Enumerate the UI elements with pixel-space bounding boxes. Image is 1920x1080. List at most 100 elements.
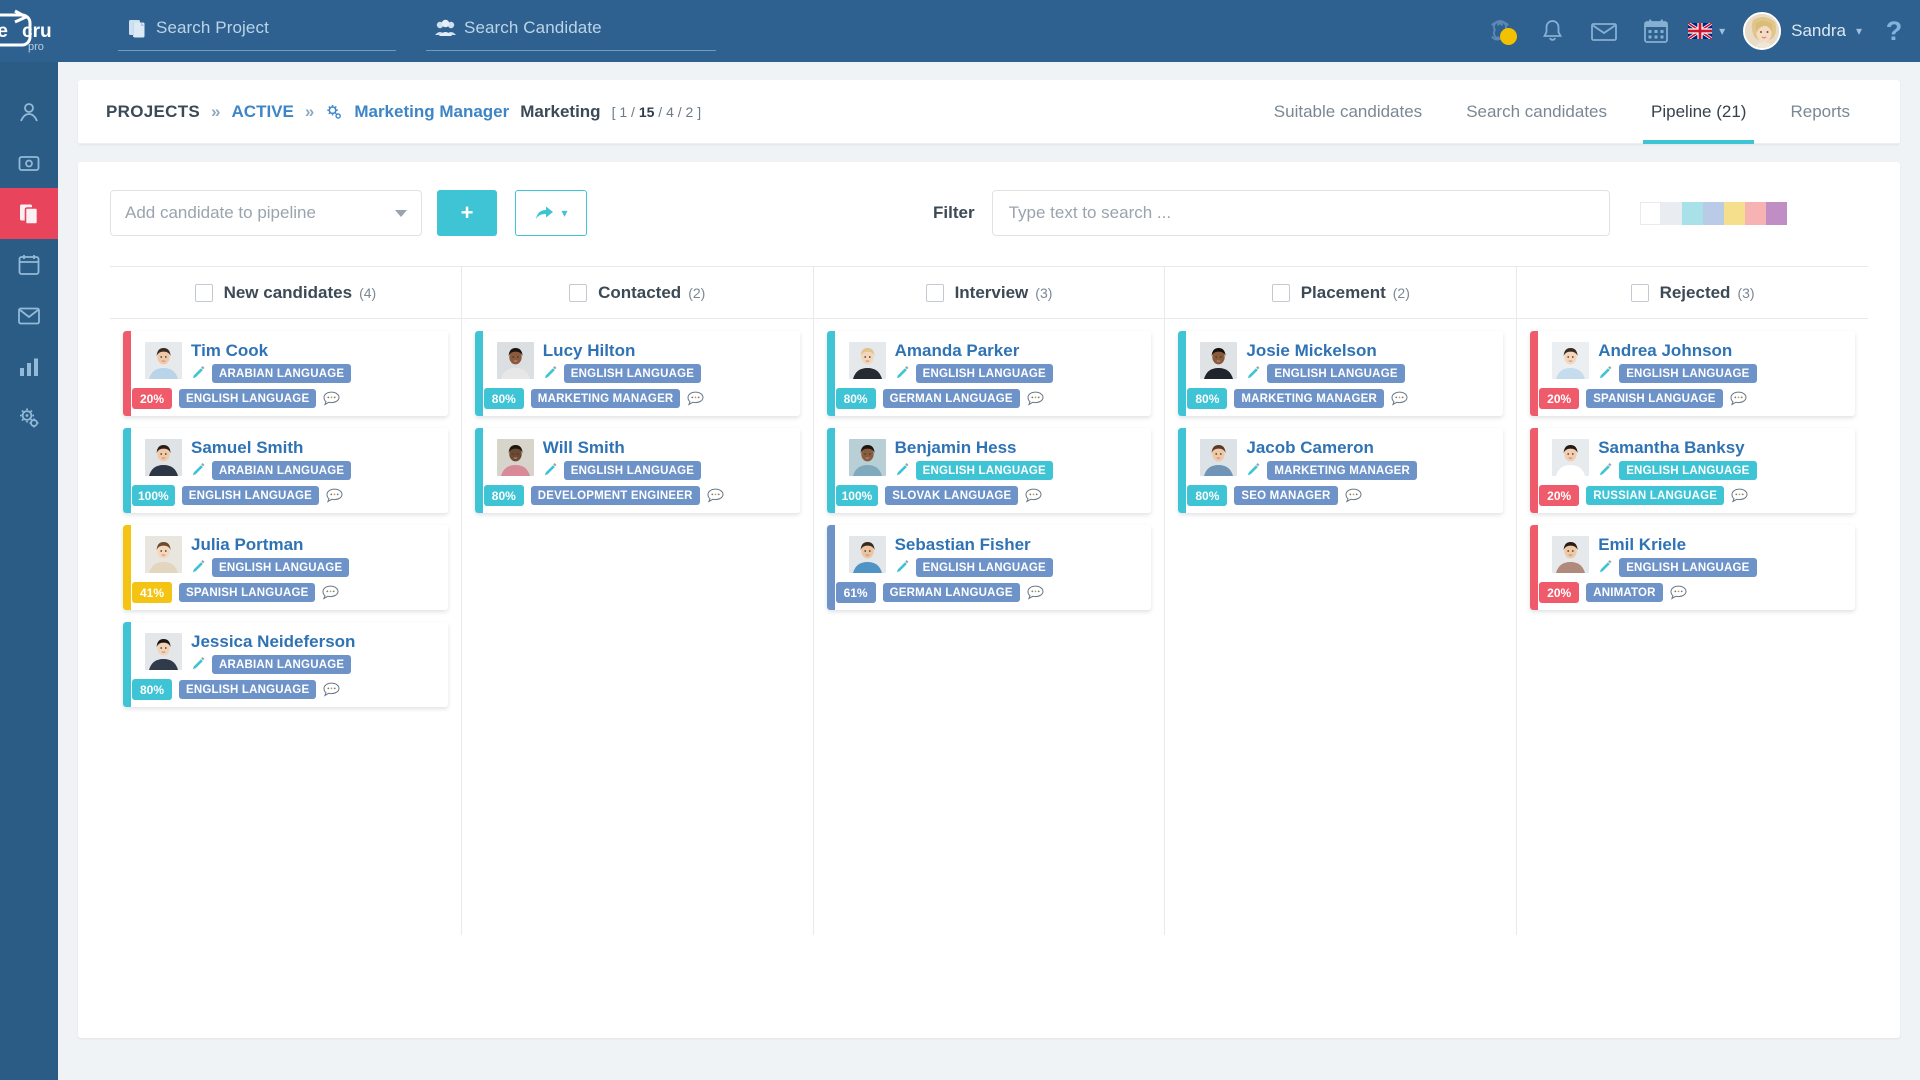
breadcrumb-project-name[interactable]: Marketing Manager <box>354 102 509 122</box>
candidate-name[interactable]: Tim Cook <box>191 342 351 360</box>
pencil-icon[interactable] <box>895 463 910 478</box>
candidate-tag[interactable]: ENGLISH LANGUAGE <box>1619 461 1757 480</box>
comment-bubble-icon[interactable] <box>1670 585 1687 600</box>
candidate-card[interactable]: Emil Kriele ENGLISH LANGUAGE 20% ANIMATOR <box>1530 525 1855 610</box>
candidate-name[interactable]: Sebastian Fisher <box>895 536 1053 554</box>
candidate-tag[interactable]: ANIMATOR <box>1586 583 1663 602</box>
calendar-icon[interactable] <box>1630 11 1682 51</box>
app-logo[interactable]: re cru pro <box>0 7 58 55</box>
candidate-tag[interactable]: ENGLISH LANGUAGE <box>212 558 350 577</box>
candidate-card[interactable]: Will Smith ENGLISH LANGUAGE 80% DEVELOPMENT… <box>474 428 800 513</box>
candidate-tag[interactable]: DEVELOPMENT ENGINEER <box>530 486 700 505</box>
candidate-tag[interactable]: GERMAN LANGUAGE <box>882 583 1020 602</box>
candidate-tag[interactable]: ENGLISH LANGUAGE <box>915 558 1053 577</box>
color-swatch[interactable] <box>1702 201 1724 225</box>
candidate-tag[interactable]: ENGLISH LANGUAGE <box>1619 558 1757 577</box>
share-button[interactable]: ▾ <box>515 190 587 236</box>
candidate-card[interactable]: Andrea Johnson ENGLISH LANGUAGE 20% SPANISH… <box>1530 331 1855 416</box>
color-swatch[interactable] <box>1723 201 1745 225</box>
candidate-name[interactable]: Andrea Johnson <box>1598 342 1756 360</box>
candidate-tag[interactable]: SLOVAK LANGUAGE <box>885 486 1019 505</box>
bell-icon[interactable] <box>1526 11 1578 51</box>
comment-bubble-icon[interactable] <box>323 391 340 406</box>
comment-bubble-icon[interactable] <box>1731 488 1748 503</box>
candidate-tag[interactable]: RUSSIAN LANGUAGE <box>1586 486 1725 505</box>
sidebar-item-settings[interactable] <box>0 392 58 443</box>
candidate-tag[interactable]: SEO MANAGER <box>1234 486 1338 505</box>
candidate-tag[interactable]: ENGLISH LANGUAGE <box>179 389 317 408</box>
color-swatch[interactable] <box>1765 201 1787 225</box>
candidate-tag[interactable]: ARABIAN LANGUAGE <box>212 655 352 674</box>
comment-bubble-icon[interactable] <box>323 682 340 697</box>
comment-bubble-icon[interactable] <box>1025 488 1042 503</box>
comment-bubble-icon[interactable] <box>326 488 343 503</box>
candidate-name[interactable]: Julia Portman <box>191 536 349 554</box>
pencil-icon[interactable] <box>543 463 558 478</box>
candidate-name[interactable]: Josie Mickelson <box>1246 342 1404 360</box>
color-swatch[interactable] <box>1660 201 1682 225</box>
color-swatch[interactable] <box>1744 201 1766 225</box>
candidate-name[interactable]: Jacob Cameron <box>1246 439 1417 457</box>
tab-search-candidates[interactable]: Search candidates <box>1444 80 1629 144</box>
candidate-name[interactable]: Benjamin Hess <box>895 439 1053 457</box>
candidate-tag[interactable]: MARKETING MANAGER <box>1234 389 1385 408</box>
comment-bubble-icon[interactable] <box>1391 391 1408 406</box>
sidebar-item-finance[interactable] <box>0 137 58 188</box>
column-select-checkbox[interactable] <box>1271 283 1290 302</box>
pencil-icon[interactable] <box>191 560 206 575</box>
candidate-tag[interactable]: SPANISH LANGUAGE <box>1586 389 1723 408</box>
color-swatch[interactable] <box>1681 201 1703 225</box>
candidate-card[interactable]: Sebastian Fisher ENGLISH LANGUAGE 61% GERMA… <box>826 525 1152 610</box>
candidate-name[interactable]: Lucy Hilton <box>543 342 701 360</box>
pencil-icon[interactable] <box>1246 463 1261 478</box>
user-menu[interactable]: Sandra ▾ <box>1733 12 1868 50</box>
color-swatch[interactable] <box>1639 201 1661 225</box>
comment-bubble-icon[interactable] <box>1730 391 1747 406</box>
filter-input[interactable] <box>991 190 1610 236</box>
candidate-card[interactable]: Josie Mickelson ENGLISH LANGUAGE 80% MARKET… <box>1178 331 1504 416</box>
candidate-tag[interactable]: ENGLISH LANGUAGE <box>181 486 320 505</box>
tab-pipeline-21[interactable]: Pipeline (21) <box>1629 80 1768 144</box>
pencil-icon[interactable] <box>1598 366 1613 381</box>
comment-bubble-icon[interactable] <box>1027 585 1044 600</box>
candidate-card[interactable]: Jacob Cameron MARKETING MANAGER 80% SEO MAN… <box>1178 428 1504 513</box>
language-selector[interactable]: ▾ <box>1682 23 1733 39</box>
candidate-name[interactable]: Will Smith <box>543 439 701 457</box>
candidate-tag[interactable]: ENGLISH LANGUAGE <box>563 364 702 383</box>
candidate-tag[interactable]: SPANISH LANGUAGE <box>179 583 316 602</box>
candidate-tag[interactable]: GERMAN LANGUAGE <box>882 389 1020 408</box>
candidate-card[interactable]: Julia Portman ENGLISH LANGUAGE 41% SPANISH … <box>123 525 448 610</box>
pencil-icon[interactable] <box>1598 463 1613 478</box>
help-button[interactable]: ? <box>1868 16 1920 47</box>
pencil-icon[interactable] <box>895 366 910 381</box>
candidate-card[interactable]: Benjamin Hess ENGLISH LANGUAGE 100% SLOVAK … <box>826 428 1152 513</box>
candidate-tag[interactable]: ENGLISH LANGUAGE <box>1267 364 1405 383</box>
tab-reports[interactable]: Reports <box>1768 80 1872 144</box>
add-candidate-select[interactable]: Add candidate to pipeline <box>110 190 422 236</box>
envelope-icon[interactable] <box>1578 11 1630 51</box>
candidate-tag[interactable]: ARABIAN LANGUAGE <box>212 364 352 383</box>
pencil-icon[interactable] <box>1246 366 1261 381</box>
candidate-name[interactable]: Samuel Smith <box>191 439 351 457</box>
candidate-tag[interactable]: ENGLISH LANGUAGE <box>915 461 1053 480</box>
pencil-icon[interactable] <box>191 366 206 381</box>
candidate-tag[interactable]: ARABIAN LANGUAGE <box>212 461 352 480</box>
column-select-checkbox[interactable] <box>569 283 588 302</box>
candidate-tag[interactable]: ENGLISH LANGUAGE <box>563 461 702 480</box>
pencil-icon[interactable] <box>543 366 558 381</box>
pencil-icon[interactable] <box>895 560 910 575</box>
search-project-field[interactable]: Search Project <box>118 11 396 51</box>
column-select-checkbox[interactable] <box>925 283 944 302</box>
candidate-tag[interactable]: ENGLISH LANGUAGE <box>915 364 1053 383</box>
column-select-checkbox[interactable] <box>1630 283 1649 302</box>
comment-bubble-icon[interactable] <box>1344 488 1362 503</box>
pencil-icon[interactable] <box>1598 560 1613 575</box>
candidate-tag[interactable]: MARKETING MANAGER <box>1267 461 1418 480</box>
candidate-name[interactable]: Emil Kriele <box>1598 536 1756 554</box>
comment-bubble-icon[interactable] <box>707 488 724 503</box>
search-candidate-field[interactable]: Search Candidate <box>426 11 716 51</box>
sidebar-item-mail[interactable] <box>0 290 58 341</box>
candidate-tag[interactable]: ENGLISH LANGUAGE <box>1619 364 1757 383</box>
column-select-checkbox[interactable] <box>194 283 213 302</box>
candidate-card[interactable]: Samuel Smith ARABIAN LANGUAGE 100% ENGLISH … <box>123 428 448 513</box>
